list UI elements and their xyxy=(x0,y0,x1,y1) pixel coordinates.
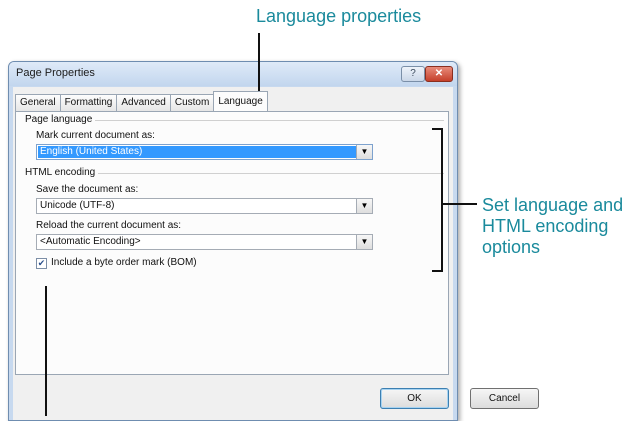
tab-general[interactable]: General xyxy=(15,94,61,111)
dialog-body: General Formatting Advanced Custom Langu… xyxy=(13,87,453,420)
tab-custom[interactable]: Custom xyxy=(169,94,215,111)
language-tab-panel: Page language Mark current document as: … xyxy=(15,111,449,375)
ok-button[interactable]: OK xyxy=(380,388,449,409)
help-icon: ? xyxy=(410,68,416,79)
checkmark-icon: ✔ xyxy=(37,258,46,268)
callout-bracket-bottom xyxy=(432,270,443,272)
save-document-value: Unicode (UTF-8) xyxy=(40,200,115,211)
mark-document-label: Mark current document as: xyxy=(36,130,155,141)
callout-line-bom xyxy=(45,286,47,416)
reload-document-select[interactable]: <Automatic Encoding> ▼ xyxy=(36,234,373,250)
close-icon: ✕ xyxy=(434,68,444,79)
tab-formatting[interactable]: Formatting xyxy=(59,94,118,111)
callout-line-top xyxy=(258,33,260,93)
html-encoding-heading: HTML encoding xyxy=(25,167,99,178)
bom-label: Include a byte order mark (BOM) xyxy=(51,257,197,268)
chevron-down-icon[interactable]: ▼ xyxy=(356,235,372,249)
page-properties-dialog: Page Properties ? ✕ General Formatting A… xyxy=(8,61,539,421)
tab-language[interactable]: Language xyxy=(213,91,268,111)
mark-document-select[interactable]: English (United States) ▼ xyxy=(36,144,373,160)
chevron-down-icon[interactable]: ▼ xyxy=(356,145,372,159)
cancel-button[interactable]: Cancel xyxy=(470,388,539,409)
save-document-label: Save the document as: xyxy=(36,184,139,195)
reload-document-label: Reload the current document as: xyxy=(36,220,182,231)
dialog-title: Page Properties xyxy=(16,67,95,79)
tab-strip: General Formatting Advanced Custom Langu… xyxy=(15,91,268,111)
close-button[interactable]: ✕ xyxy=(425,66,453,82)
callout-set-language: Set language and HTML encoding options xyxy=(482,195,624,257)
help-button[interactable]: ? xyxy=(401,66,425,82)
callout-bracket-top xyxy=(432,128,443,130)
title-bar: Page Properties ? ✕ xyxy=(9,62,457,86)
save-document-select[interactable]: Unicode (UTF-8) ▼ xyxy=(36,198,373,214)
mark-document-value: English (United States) xyxy=(38,146,356,158)
bom-checkbox[interactable]: ✔ xyxy=(36,258,47,269)
callout-bracket-vertical xyxy=(441,128,443,272)
callout-line-right xyxy=(443,203,477,205)
chevron-down-icon[interactable]: ▼ xyxy=(356,199,372,213)
tab-advanced[interactable]: Advanced xyxy=(116,94,171,111)
reload-document-value: <Automatic Encoding> xyxy=(40,236,141,247)
callout-language-properties: Language properties xyxy=(256,6,422,26)
page-language-heading: Page language xyxy=(25,114,96,125)
